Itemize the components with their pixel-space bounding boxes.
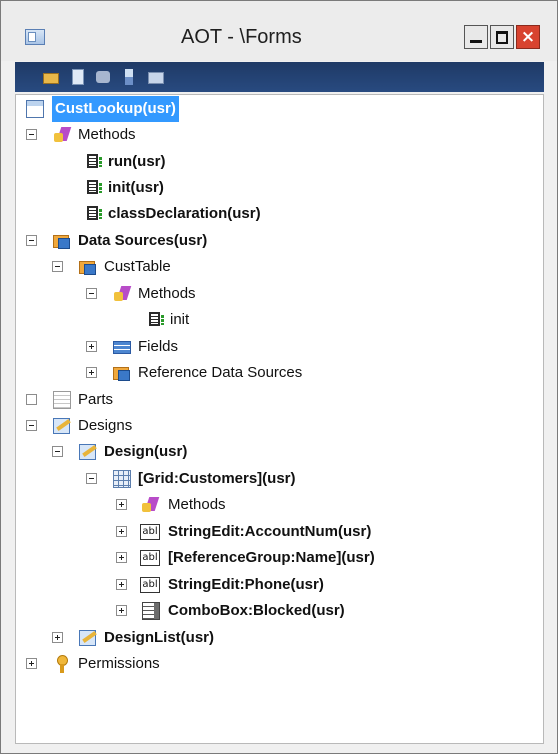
key-icon bbox=[53, 655, 71, 673]
grid-icon bbox=[113, 470, 131, 488]
tree-node-label: Design(usr) bbox=[104, 443, 188, 460]
tree-node-label: init bbox=[170, 311, 190, 328]
tree-node-label: Methods bbox=[78, 126, 136, 143]
collapse-toggle[interactable] bbox=[52, 261, 63, 272]
import-icon[interactable] bbox=[148, 69, 164, 85]
stringedit-icon: abl bbox=[140, 550, 160, 566]
title-bar[interactable]: AOT - \Forms × bbox=[1, 1, 557, 61]
methods-icon bbox=[53, 126, 71, 144]
tree-node-label: DesignList(usr) bbox=[104, 629, 215, 646]
expand-toggle[interactable] bbox=[26, 658, 37, 669]
method-icon bbox=[86, 205, 104, 223]
designs-icon bbox=[53, 417, 71, 435]
tree-node-label: run(usr) bbox=[108, 153, 166, 170]
tree-node-label: [ReferenceGroup:Name](usr) bbox=[168, 549, 375, 566]
tree-node-label: CustTable bbox=[104, 258, 171, 275]
close-icon: × bbox=[520, 27, 536, 47]
fields-icon bbox=[113, 338, 131, 356]
collapse-toggle[interactable] bbox=[86, 473, 97, 484]
collapse-toggle[interactable] bbox=[26, 129, 37, 140]
collapse-toggle[interactable] bbox=[26, 420, 37, 431]
window-title: AOT - \Forms bbox=[181, 26, 302, 48]
tree-node-label: init(usr) bbox=[108, 179, 164, 196]
tree-node-label: StringEdit:AccountNum(usr) bbox=[168, 523, 372, 540]
tree-node-label: Reference Data Sources bbox=[138, 364, 303, 381]
stringedit-icon: abl bbox=[140, 524, 160, 540]
open-icon[interactable] bbox=[43, 69, 59, 85]
expand-toggle[interactable] bbox=[116, 499, 127, 510]
design-icon bbox=[79, 443, 97, 461]
expand-toggle[interactable] bbox=[52, 632, 63, 643]
tree-node-label: [Grid:Customers](usr) bbox=[138, 470, 296, 487]
toolbar bbox=[15, 62, 544, 92]
expand-toggle[interactable] bbox=[116, 605, 127, 616]
tree-node-label: classDeclaration(usr) bbox=[108, 205, 261, 222]
design-list-icon bbox=[79, 629, 97, 647]
close-button[interactable]: × bbox=[516, 25, 540, 49]
form-icon bbox=[26, 100, 44, 118]
table-icon bbox=[79, 258, 97, 276]
tree-node-label: Methods bbox=[168, 496, 226, 513]
expand-toggle[interactable] bbox=[116, 552, 127, 563]
method-icon bbox=[148, 311, 166, 329]
tree-node-label: StringEdit:Phone(usr) bbox=[168, 576, 324, 593]
tree-node-label: Data Sources(usr) bbox=[78, 232, 208, 249]
tree-node-label: Fields bbox=[138, 338, 179, 355]
method-icon bbox=[86, 153, 104, 171]
methods-icon bbox=[141, 496, 159, 514]
combobox-icon bbox=[142, 602, 160, 620]
collapse-toggle[interactable] bbox=[26, 235, 37, 246]
tree-node-label: Parts bbox=[78, 391, 114, 408]
methods-icon bbox=[113, 285, 131, 303]
tree-node-label: Methods bbox=[138, 285, 196, 302]
expand-toggle[interactable] bbox=[116, 526, 127, 537]
parts-icon bbox=[53, 391, 71, 409]
expand-toggle[interactable] bbox=[26, 394, 37, 405]
reference-data-sources-icon bbox=[113, 364, 131, 382]
collapse-toggle[interactable] bbox=[52, 446, 63, 457]
aot-window: AOT - \Forms × CustLookup(usr) Methods r… bbox=[0, 0, 558, 754]
maximize-button[interactable] bbox=[490, 25, 514, 49]
tree-node-label: CustLookup(usr) bbox=[52, 96, 179, 122]
data-sources-icon bbox=[53, 232, 71, 250]
window-icon bbox=[25, 29, 45, 45]
tree-node-label: Designs bbox=[78, 417, 133, 434]
tree-node-label: ComboBox:Blocked(usr) bbox=[168, 602, 345, 619]
aot-tree: CustLookup(usr) Methods run(usr) init(us… bbox=[15, 94, 544, 744]
filter-icon[interactable] bbox=[121, 69, 137, 85]
minimize-button[interactable] bbox=[464, 25, 488, 49]
properties-icon[interactable] bbox=[70, 69, 86, 85]
method-icon bbox=[86, 179, 104, 197]
compile-icon[interactable] bbox=[95, 69, 111, 85]
expand-toggle[interactable] bbox=[86, 367, 97, 378]
tree-node-label: Permissions bbox=[78, 655, 160, 672]
stringedit-icon: abl bbox=[140, 577, 160, 593]
expand-toggle[interactable] bbox=[86, 341, 97, 352]
expand-toggle[interactable] bbox=[116, 579, 127, 590]
collapse-toggle[interactable] bbox=[86, 288, 97, 299]
